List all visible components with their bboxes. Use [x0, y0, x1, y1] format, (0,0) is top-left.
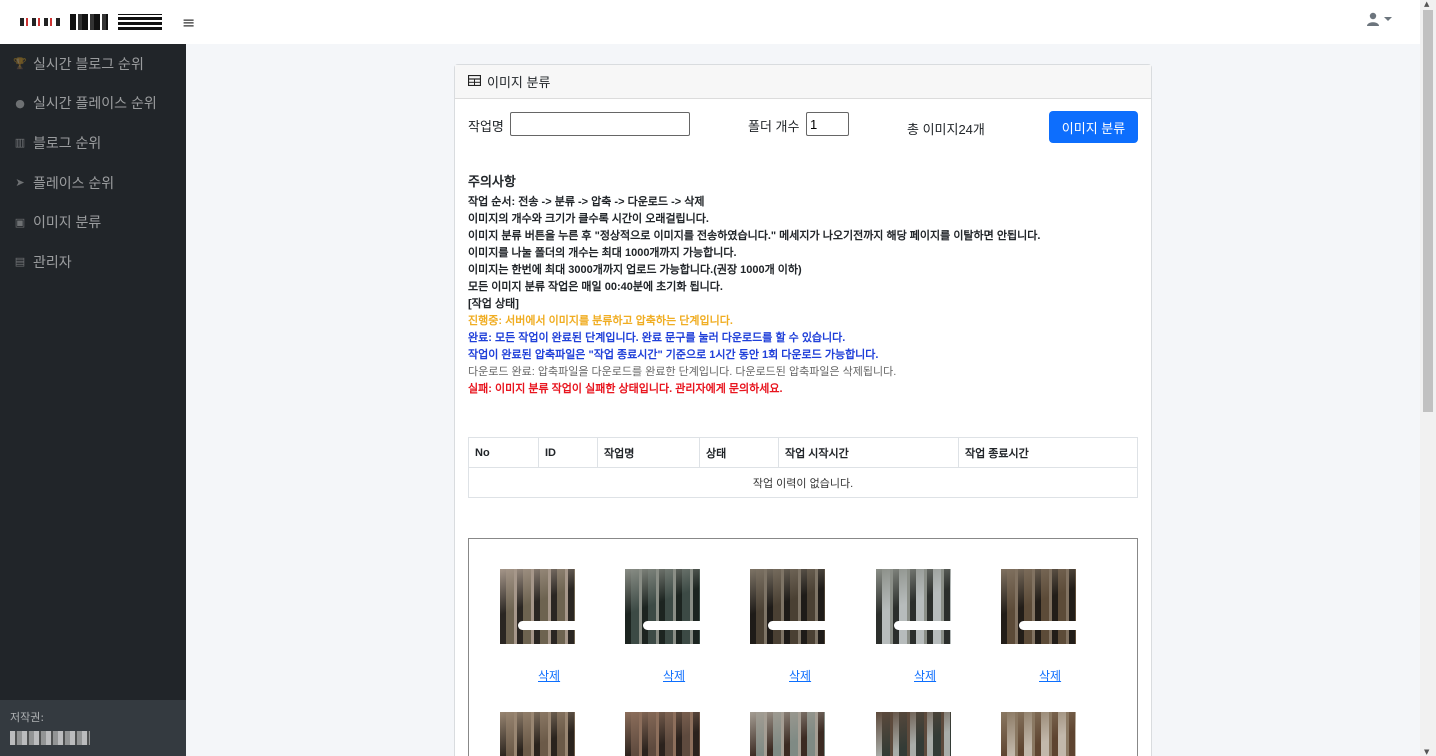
sidebar-item-realtime-blog-rank[interactable]: 🏆 실시간 블로그 순위: [0, 44, 186, 84]
classify-button[interactable]: 이미지 분류: [1049, 111, 1138, 143]
delete-image-link[interactable]: 삭제: [1039, 667, 1061, 684]
page-scrollbar[interactable]: ▲ ▼: [1420, 0, 1436, 756]
image-thumbnail: [500, 712, 575, 756]
image-thumbnail: [625, 712, 700, 756]
folder-count-input[interactable]: [806, 112, 849, 136]
images-icon: ▣: [14, 215, 26, 229]
image-thumbnail: [1001, 569, 1076, 644]
scroll-down-arrow-icon[interactable]: ▼: [1424, 748, 1429, 756]
note-line: 작업 순서: 전송 -> 분류 -> 압축 -> 다운로드 -> 삭제: [468, 196, 705, 208]
top-navbar: ≡: [0, 0, 1420, 44]
status-failed: 실패: 이미지 분류 작업이 실패한 상태입니다. 관리자에게 문의하세요.: [468, 383, 783, 395]
image-thumbnail: [750, 569, 825, 644]
status-complete: 완료: 모든 작업이 완료된 단계입니다. 완료 문구를 눌러 다운로드를 할 …: [468, 332, 846, 344]
scroll-up-arrow-icon[interactable]: ▲: [1424, 0, 1429, 8]
job-name-label: 작업명: [468, 119, 504, 134]
column-header-end-time: 작업 종료시간: [958, 437, 1138, 468]
image-thumbnail: [1001, 712, 1076, 756]
image-thumbnail: [625, 569, 700, 644]
copyright-label: 저작권:: [10, 711, 45, 724]
card-header: 이미지 분류: [455, 65, 1151, 99]
sidebar-item-label: 실시간 블로그 순위: [33, 55, 144, 72]
note-line: 이미지를 나눌 폴더의 개수는 최대 1000개까지 가능합니다.: [468, 247, 737, 259]
status-downloaded: 다운로드 완료: 압축파일을 다운로드를 완료한 단계입니다. 다운로드된 압축…: [468, 366, 897, 378]
sidebar-item-label: 플레이스 순위: [33, 174, 115, 191]
column-header-job-name: 작업명: [597, 437, 700, 468]
sidebar-item-image-classify[interactable]: ▣ 이미지 분류: [0, 202, 186, 242]
sidebar-item-blog-rank[interactable]: ▥ 블로그 순위: [0, 123, 186, 163]
brand-logo[interactable]: [20, 14, 162, 30]
notes-title: 주의사항: [468, 174, 516, 189]
card-title: 이미지 분류: [487, 75, 551, 90]
image-classify-card: 이미지 분류 작업명 폴더 개수 총 이미지24개 이미지 분류 주의사항 작업…: [454, 64, 1152, 756]
copyright-owner: [10, 731, 90, 745]
delete-image-link[interactable]: 삭제: [538, 667, 560, 684]
note-line: 이미지 분류 버튼을 누른 후 "정상적으로 이미지를 전송하였습니다." 메세…: [468, 230, 1041, 242]
hamburger-icon[interactable]: ≡: [182, 13, 195, 32]
table-header-row: No ID 작업명 상태 작업 시작시간 작업 종료시간: [468, 437, 1138, 468]
image-thumbnail: [750, 712, 825, 756]
logo-text-2: [118, 14, 162, 30]
user-dropdown[interactable]: [1366, 12, 1392, 26]
column-header-start-time: 작업 시작시간: [778, 437, 959, 468]
column-header-status: 상태: [699, 437, 779, 468]
compass-icon: ●: [15, 96, 25, 110]
note-line: [작업 상태]: [468, 298, 519, 310]
job-name-input[interactable]: [510, 112, 690, 136]
image-gallery: 삭제 삭제 삭제 삭제 삭제: [468, 538, 1138, 756]
sidebar-item-label: 이미지 분류: [33, 214, 102, 231]
delete-image-link[interactable]: 삭제: [789, 667, 811, 684]
caret-down-icon: [1384, 17, 1392, 21]
columns-icon: ▥: [14, 136, 26, 150]
note-line: 이미지의 개수와 크기가 클수록 시간이 오래걸립니다.: [468, 213, 709, 225]
notes-section: 주의사항 작업 순서: 전송 -> 분류 -> 압축 -> 다운로드 -> 삭제…: [468, 171, 1138, 398]
empty-table-message: 작업 이력이 없습니다.: [468, 467, 1138, 498]
delete-image-link[interactable]: 삭제: [663, 667, 685, 684]
status-in-progress: 진행중: 서버에서 이미지를 분류하고 압축하는 단계입니다.: [468, 315, 733, 327]
trophy-icon: 🏆: [13, 57, 27, 71]
logo-text-1: [70, 14, 108, 30]
user-icon: [1367, 12, 1379, 26]
note-line: 이미지는 한번에 최대 3000개까지 업로드 가능합니다.(권장 1000개 …: [468, 264, 802, 276]
scrollbar-thumb[interactable]: [1423, 10, 1433, 412]
sidebar-item-label: 관리자: [33, 253, 72, 270]
sidebar-item-place-rank[interactable]: ➤ 플레이스 순위: [0, 163, 186, 203]
total-images-count: 총 이미지24개: [907, 122, 985, 137]
sidebar-footer: 저작권:: [0, 700, 186, 756]
status-download-window: 작업이 완료된 압축파일은 "작업 종료시간" 기준으로 1시간 동안 1회 다…: [468, 349, 879, 361]
id-card-icon: ▤: [14, 255, 26, 269]
sidebar-item-label: 블로그 순위: [33, 134, 102, 151]
job-form: 작업명 폴더 개수 총 이미지24개 이미지 분류: [455, 99, 1151, 159]
sidebar-item-label: 실시간 플레이스 순위: [33, 95, 157, 112]
image-thumbnail: [876, 569, 951, 644]
image-thumbnail: [500, 569, 575, 644]
sidebar-item-realtime-place-rank[interactable]: ● 실시간 플레이스 순위: [0, 84, 186, 124]
delete-image-link[interactable]: 삭제: [914, 667, 936, 684]
sidebar-item-admin[interactable]: ▤ 관리자: [0, 242, 186, 282]
location-arrow-icon: ➤: [15, 176, 25, 190]
column-header-id: ID: [538, 437, 598, 468]
folder-count-label: 폴더 개수: [748, 119, 800, 134]
sidebar: 🏆 실시간 블로그 순위 ● 실시간 플레이스 순위 ▥ 블로그 순위 ➤ 플레…: [0, 44, 186, 756]
table-row: 작업 이력이 없습니다.: [468, 467, 1138, 498]
note-line: 모든 이미지 분류 작업은 매일 00:40분에 초기화 됩니다.: [468, 281, 723, 293]
column-header-no: No: [468, 437, 539, 468]
image-thumbnail: [876, 712, 951, 756]
logo-mark: [20, 18, 60, 26]
table-icon: [467, 74, 482, 89]
job-history-table: No ID 작업명 상태 작업 시작시간 작업 종료시간 작업 이력이 없습니다…: [468, 437, 1138, 498]
